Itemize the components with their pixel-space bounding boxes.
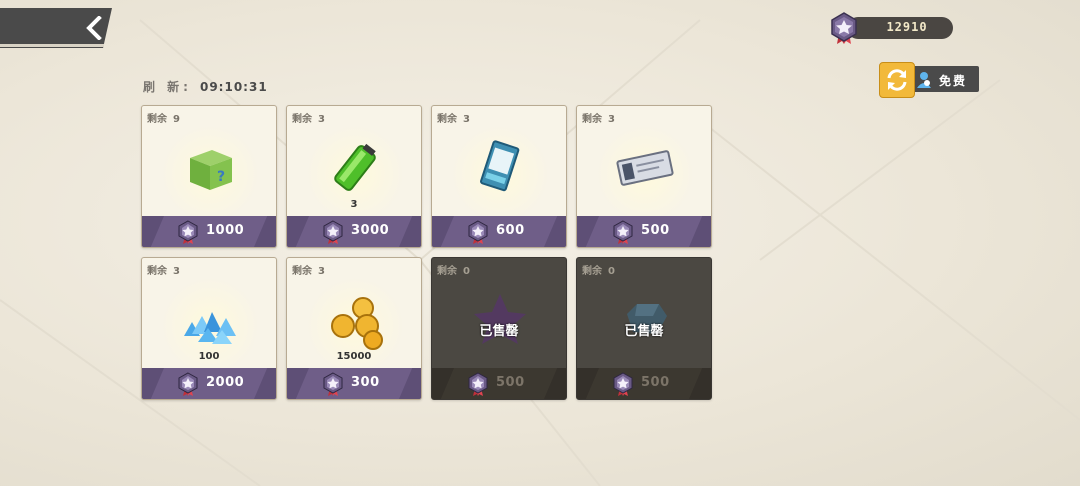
price-bar: 3000 [287, 216, 421, 247]
energy-battery-icon [334, 143, 376, 191]
price-bar: 2000 [142, 368, 276, 399]
price-bar-stripe [287, 368, 309, 399]
free-refresh-button[interactable]: 免费 [911, 66, 979, 92]
card-pack-icon [480, 140, 520, 192]
stock-text: 剩余 [437, 114, 457, 125]
shop-item-card[interactable]: 剩余 3 15000 300 [286, 257, 422, 400]
svg-text:?: ? [217, 169, 225, 185]
person-icon [917, 72, 931, 88]
price-bar-stripe [577, 368, 599, 399]
item-quantity: 3 [350, 199, 358, 210]
shop-item-card[interactable]: 剩余 3 100 2000 [141, 257, 277, 400]
stock-text: 剩余 [147, 114, 167, 125]
price-bar-stripe [432, 216, 454, 247]
stock-count: 0 [608, 266, 615, 277]
price-bar-stripe [399, 216, 421, 247]
price-bar-stripe [254, 216, 276, 247]
currency-value: 12910 [886, 20, 928, 34]
stock-count: 3 [608, 114, 615, 125]
stock-count: 3 [318, 266, 325, 277]
item-price: 2000 [206, 375, 245, 390]
stock-label: 剩余 9 [147, 110, 180, 125]
crystals-icon [184, 312, 236, 344]
star-medal-icon [613, 220, 633, 244]
item-price: 1000 [206, 223, 245, 238]
item-price: 3000 [351, 223, 390, 238]
price-bar-stripe [142, 368, 164, 399]
star-medal-icon [178, 220, 198, 244]
stock-text: 剩余 [147, 266, 167, 277]
stock-label: 剩余 3 [147, 262, 180, 277]
stock-label: 剩余 3 [582, 110, 615, 125]
stock-label: 剩余 0 [582, 262, 615, 277]
stock-label: 剩余 3 [292, 262, 325, 277]
stock-count: 3 [318, 114, 325, 125]
stock-label: 剩余 3 [292, 110, 325, 125]
price-bar-stripe [432, 368, 454, 399]
stock-label: 剩余 3 [437, 110, 470, 125]
price-bar-stripe [287, 216, 309, 247]
stock-count: 0 [463, 266, 470, 277]
price-bar-stripe [689, 216, 711, 247]
price-bar-stripe [544, 368, 566, 399]
currency-display: 12910 [831, 12, 955, 44]
sold-out-label: 已售罄 [624, 324, 664, 339]
item-price: 500 [641, 223, 670, 238]
shop-item-card[interactable]: 剩余 3 3 3000 [286, 105, 422, 248]
stock-count: 9 [173, 114, 180, 125]
refresh-timer-value: 09:10:31 [199, 80, 268, 94]
star-medal-icon [323, 372, 343, 396]
free-label: 免费 [939, 74, 968, 88]
gold-coins-icon [331, 297, 383, 350]
item-price: 500 [641, 375, 670, 390]
star-medal-icon [468, 372, 488, 396]
shop-item-card[interactable]: 剩余 0 已售罄 500 [431, 257, 567, 400]
price-bar-stripe [142, 216, 164, 247]
chevron-left-icon [86, 16, 102, 40]
price-bar: 500 [577, 216, 711, 247]
shop-item-card[interactable]: 剩余 0 已售罄 500 [576, 257, 712, 400]
price-bar-stripe [399, 368, 421, 399]
stock-count: 3 [463, 114, 470, 125]
stock-text: 剩余 [292, 266, 312, 277]
price-bar-stripe [689, 368, 711, 399]
mystery-box-icon: ? [190, 150, 232, 190]
price-bar: 600 [432, 216, 566, 247]
price-bar: 500 [432, 368, 566, 399]
price-bar: 500 [577, 368, 711, 399]
price-bar-stripe [577, 216, 599, 247]
refresh-button[interactable] [879, 62, 915, 98]
stock-text: 剩余 [292, 114, 312, 125]
item-quantity: 15000 [336, 351, 372, 362]
price-bar-stripe [254, 368, 276, 399]
ticket-icon [616, 150, 674, 186]
stock-label: 剩余 0 [437, 262, 470, 277]
price-bar: 300 [287, 368, 421, 399]
star-medal-icon [831, 12, 857, 44]
shop-item-card[interactable]: 剩余 3 500 [576, 105, 712, 248]
star-medal-icon [323, 220, 343, 244]
refresh-icon [887, 69, 907, 91]
shop-item-card[interactable]: 剩余 3 600 [431, 105, 567, 248]
sold-out-label: 已售罄 [479, 324, 519, 339]
star-medal-icon [613, 372, 633, 396]
item-quantity: 100 [198, 351, 220, 362]
star-medal-icon [178, 372, 198, 396]
item-price: 600 [496, 223, 525, 238]
price-bar-stripe [544, 216, 566, 247]
star-medal-icon [468, 220, 488, 244]
price-bar: 1000 [142, 216, 276, 247]
shop-item-card[interactable]: 剩余 9? 1000 [141, 105, 277, 248]
item-price: 300 [351, 375, 380, 390]
refresh-timer-label: 刷 新: [143, 80, 192, 94]
back-button[interactable] [0, 8, 112, 48]
stock-text: 剩余 [437, 266, 457, 277]
stock-text: 剩余 [582, 114, 602, 125]
stock-count: 3 [173, 266, 180, 277]
stock-text: 剩余 [582, 266, 602, 277]
item-price: 500 [496, 375, 525, 390]
refresh-timer: 刷 新: 09:10:31 [143, 78, 268, 95]
back-button-underline [0, 44, 104, 47]
